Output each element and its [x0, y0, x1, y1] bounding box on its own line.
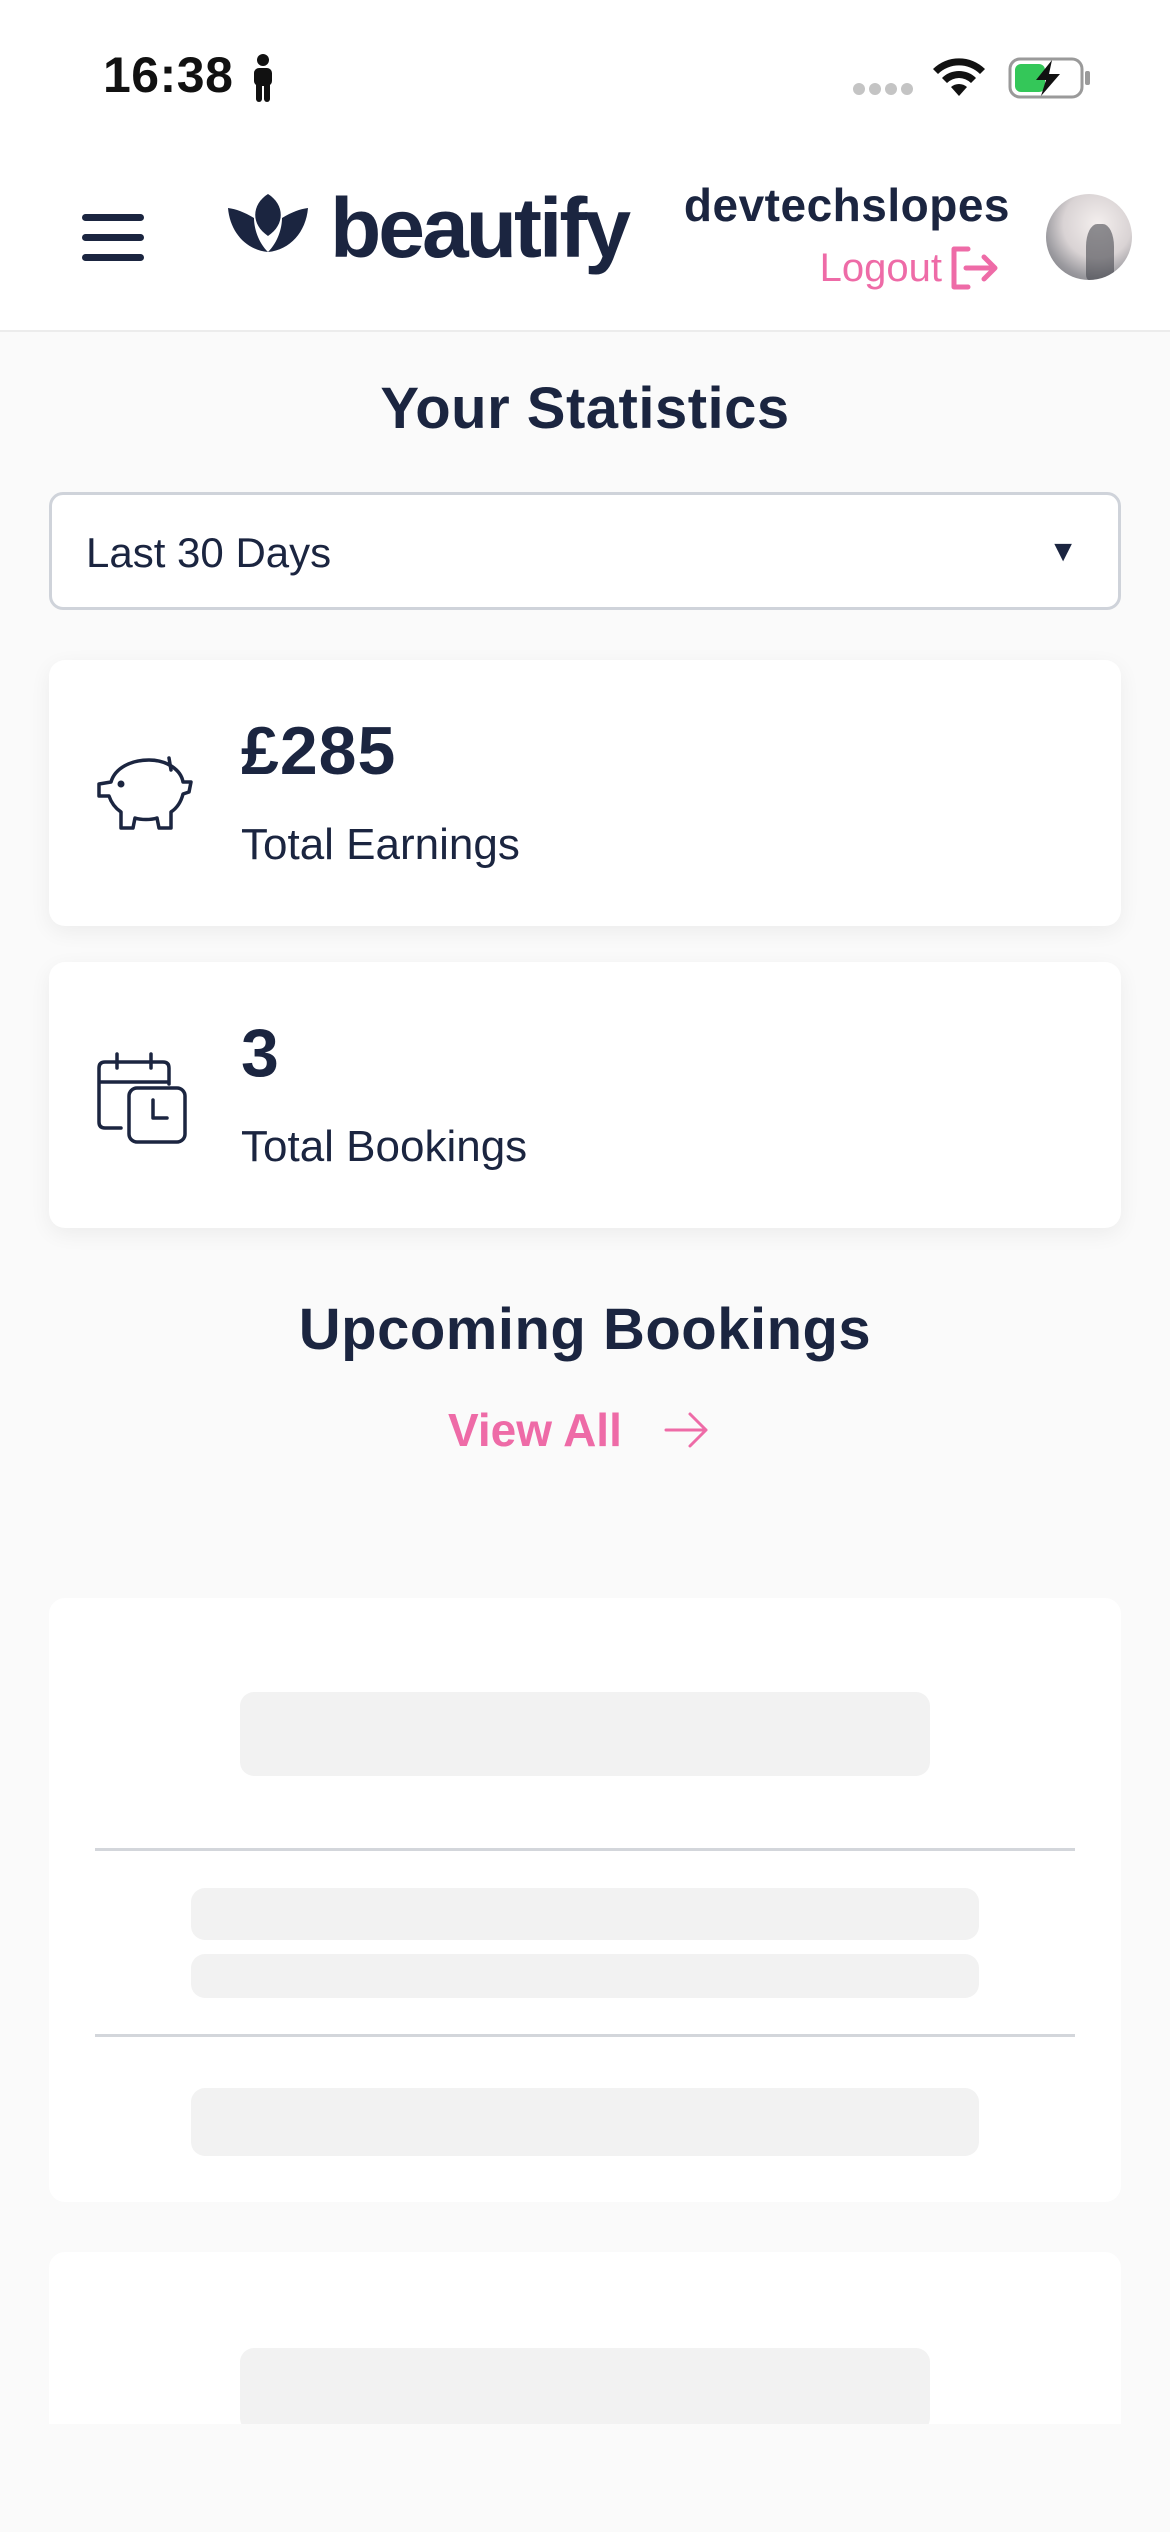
status-time: 16:38 — [103, 47, 234, 103]
divider — [95, 2034, 1075, 2037]
logout-link[interactable]: Logout — [820, 245, 1000, 291]
booking-skeleton-card — [49, 1598, 1121, 2202]
skeleton-line — [191, 1888, 979, 1940]
date-range-select[interactable]: Last 30 Days ▼ — [49, 492, 1121, 610]
view-all-label: View All — [448, 1404, 622, 1456]
view-all-link[interactable]: View All — [448, 1403, 710, 1457]
date-range-value: Last 30 Days — [86, 529, 332, 576]
upcoming-bookings-title: Upcoming Bookings — [298, 1297, 872, 1362]
bookings-value: 3 — [241, 1015, 280, 1091]
skeleton-line — [240, 1692, 930, 1776]
app-header: beautify devtechslopes Logout — [0, 150, 1170, 332]
piggy-bank-icon — [97, 756, 193, 830]
bookings-card: 3 Total Bookings — [49, 962, 1121, 1228]
menu-icon-line — [82, 234, 144, 241]
logout-label: Logout — [819, 245, 942, 290]
signal-icon — [853, 83, 913, 95]
statistics-title: Your Statistics — [380, 376, 790, 441]
logo-lotus-icon — [228, 194, 308, 252]
menu-button[interactable] — [82, 210, 148, 266]
skeleton-line — [240, 2348, 930, 2432]
earnings-label: Total Earnings — [241, 820, 520, 869]
chevron-down-icon: ▼ — [1048, 535, 1078, 568]
logout-icon — [951, 246, 998, 290]
status-bar: 16:38 — [0, 0, 1170, 150]
wifi-icon — [933, 58, 985, 96]
menu-icon — [82, 214, 144, 221]
person-icon — [254, 54, 272, 102]
divider — [95, 1848, 1075, 1851]
skeleton-line — [191, 1954, 979, 1998]
earnings-card: £285 Total Earnings — [49, 660, 1121, 926]
bookings-label: Total Bookings — [241, 1122, 528, 1171]
battery-charging-icon — [1008, 57, 1090, 99]
earnings-value: £285 — [241, 713, 397, 789]
calendar-clock-icon — [97, 1052, 187, 1144]
username: devtechslopes — [683, 179, 1010, 231]
bottom-area — [0, 2424, 1170, 2532]
avatar[interactable] — [1046, 194, 1132, 280]
skeleton-line — [191, 2088, 979, 2156]
logo-text[interactable]: beautify — [330, 180, 631, 277]
menu-icon-line — [82, 254, 144, 261]
arrow-right-icon — [664, 1412, 708, 1448]
